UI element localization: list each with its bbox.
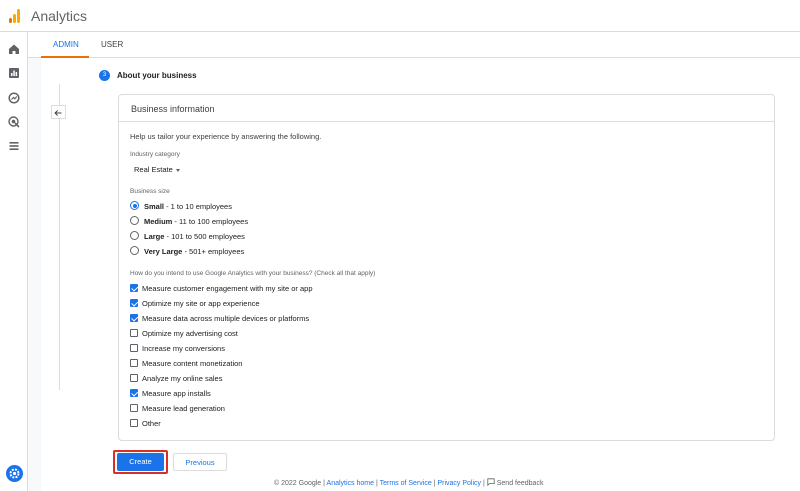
create-button[interactable]: Create — [117, 453, 164, 471]
checkbox[interactable] — [130, 404, 138, 412]
feedback-icon — [487, 478, 495, 487]
checkbox-label: Measure customer engagement with my site… — [142, 284, 313, 293]
checkbox[interactable] — [130, 284, 138, 292]
home-icon[interactable] — [7, 42, 21, 56]
footer: © 2022 Google | Analytics home | Terms o… — [274, 478, 543, 487]
checkbox[interactable] — [130, 344, 138, 352]
checkbox-label: Other — [142, 419, 161, 428]
advertising-icon[interactable] — [7, 115, 21, 129]
admin-settings-button[interactable] — [6, 465, 23, 482]
card-intro-text: Help us tailor your experience by answer… — [130, 132, 322, 141]
checkbox[interactable] — [130, 359, 138, 367]
tab-bar: ADMIN USER — [28, 32, 800, 58]
reports-icon[interactable] — [7, 66, 21, 80]
radio-button[interactable] — [130, 201, 139, 210]
intent-question-label: How do you intend to use Google Analytic… — [130, 270, 376, 277]
back-button[interactable] — [51, 105, 66, 119]
checkbox-label: Measure lead generation — [142, 404, 225, 413]
checkbox-label: Measure content monetization — [142, 359, 243, 368]
industry-category-select[interactable]: Real Estate — [134, 165, 180, 174]
tab-admin[interactable]: ADMIN — [53, 40, 79, 49]
checkbox-label: Analyze my online sales — [142, 374, 223, 383]
analytics-logo[interactable] — [9, 9, 21, 23]
radio-label: Large - 101 to 500 employees — [144, 231, 245, 241]
radio-button[interactable] — [130, 231, 139, 240]
dropdown-arrow-icon — [175, 168, 180, 172]
footer-separator: | — [375, 480, 378, 487]
industry-category-label: Industry category — [130, 151, 180, 158]
card-title: Business information — [131, 104, 215, 114]
gear-icon — [9, 468, 20, 479]
radio-button[interactable] — [130, 246, 139, 255]
business-size-label: Business size — [130, 188, 170, 195]
footer-copyright: © 2022 Google | — [274, 480, 325, 487]
checkbox-label: Optimize my site or app experience — [142, 299, 260, 308]
tab-user[interactable]: USER — [101, 40, 123, 49]
step-title: About your business — [117, 71, 197, 80]
checkbox[interactable] — [130, 314, 138, 322]
previous-button[interactable]: Previous — [173, 453, 227, 471]
radio-label: Small - 1 to 10 employees — [144, 201, 232, 211]
radio-button[interactable] — [130, 216, 139, 225]
industry-category-value: Real Estate — [134, 165, 173, 174]
send-feedback-link[interactable]: Send feedback — [487, 478, 543, 487]
left-sidebar — [0, 32, 28, 491]
checkbox[interactable] — [130, 299, 138, 307]
analytics-home-link[interactable]: Analytics home — [327, 480, 374, 487]
arrow-back-icon — [54, 110, 62, 116]
checkbox[interactable] — [130, 374, 138, 382]
terms-of-service-link[interactable]: Terms of Service — [380, 480, 432, 487]
checkbox-label: Measure data across multiple devices or … — [142, 314, 310, 323]
card-header: Business information — [119, 95, 774, 122]
stepper-line — [59, 84, 60, 390]
configure-icon[interactable] — [7, 139, 21, 153]
app-title: Analytics — [31, 8, 88, 24]
explore-icon[interactable] — [7, 91, 21, 105]
radio-label: Very Large - 501+ employees — [144, 246, 245, 256]
checkbox-label: Increase my conversions — [142, 344, 225, 353]
checkbox-label: Optimize my advertising cost — [142, 329, 238, 338]
checkbox[interactable] — [130, 419, 138, 427]
checkbox[interactable] — [130, 329, 138, 337]
checkbox[interactable] — [130, 389, 138, 397]
privacy-policy-link[interactable]: Privacy Policy — [437, 480, 481, 487]
top-bar: Analytics — [0, 0, 800, 32]
checkbox-label: Measure app installs — [142, 389, 211, 398]
footer-separator: | — [433, 480, 436, 487]
radio-label: Medium - 11 to 100 employees — [144, 216, 249, 226]
step-number-badge: 3 — [99, 70, 110, 81]
business-information-card: Business information — [118, 94, 775, 441]
footer-separator: | — [483, 480, 485, 487]
